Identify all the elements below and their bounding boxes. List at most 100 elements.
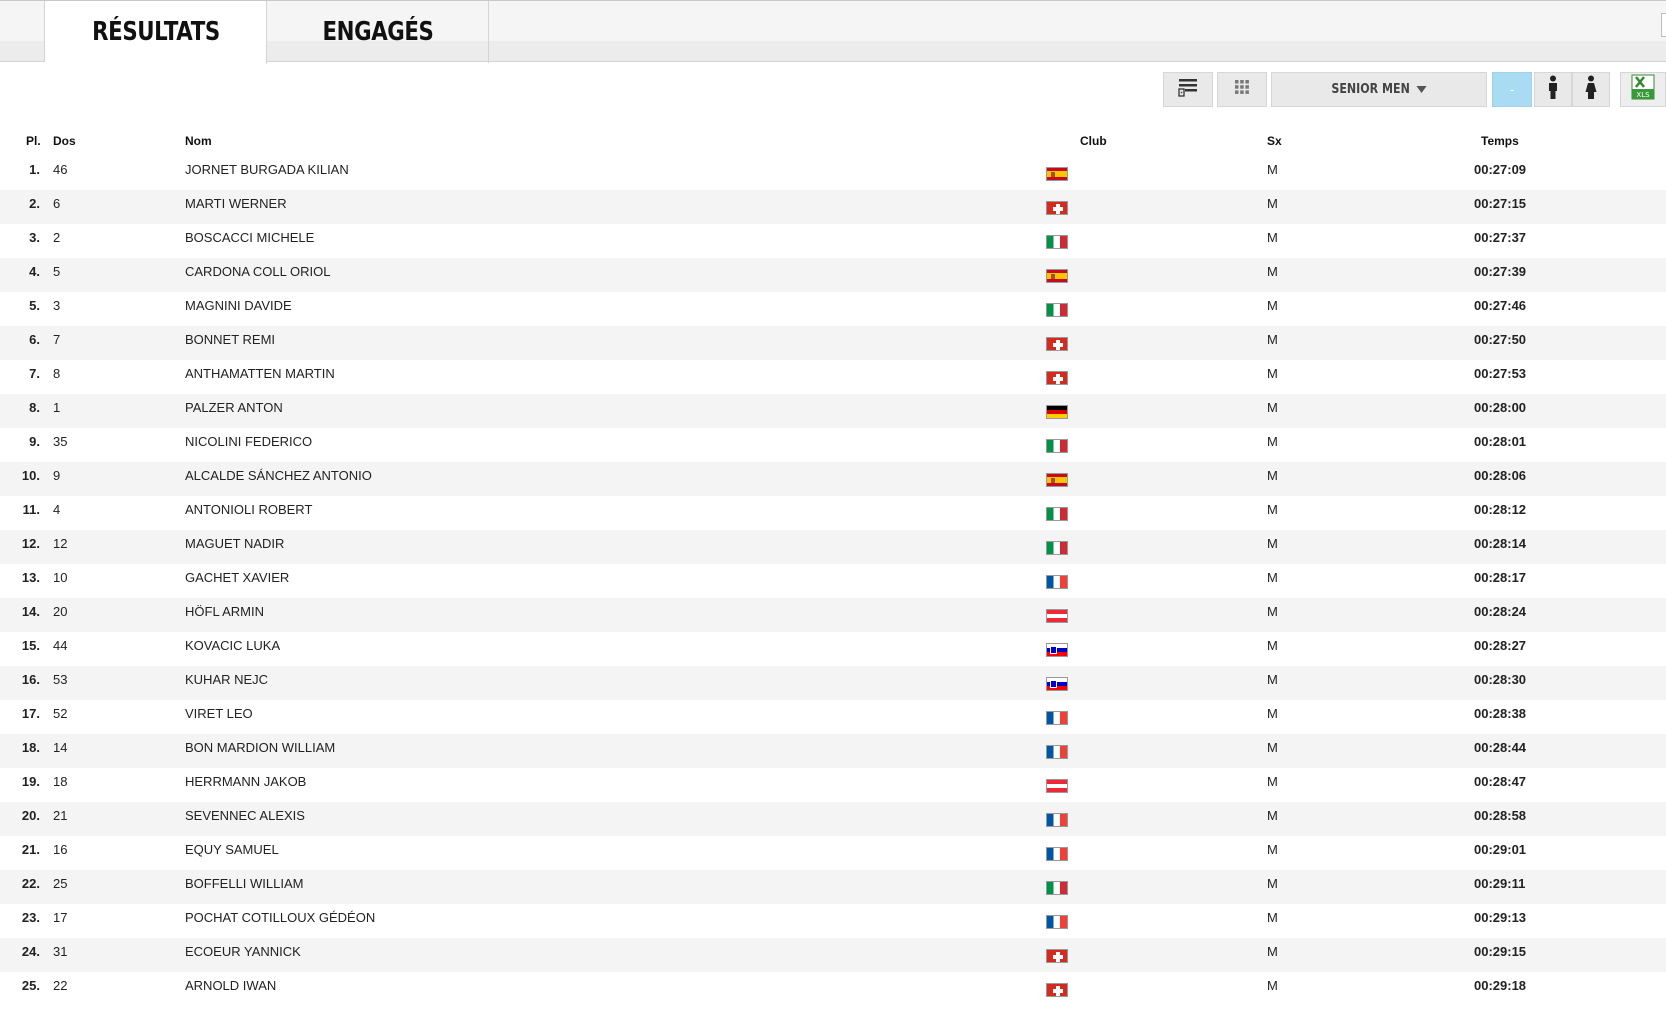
table-row[interactable]: 19. 18 HERRMANN JAKOB M 00:28:47 <box>0 768 1666 802</box>
cell-name[interactable]: GACHET XAVIER <box>185 570 289 585</box>
cell-name[interactable]: PALZER ANTON <box>185 400 283 415</box>
table-row[interactable]: 18. 14 BON MARDION WILLIAM M 00:28:44 <box>0 734 1666 768</box>
category-dropdown-content: SENIOR MEN <box>1331 82 1427 97</box>
table-row[interactable]: 23. 17 POCHAT COTILLOUX GÉDÉON M 00:29:13 <box>0 904 1666 938</box>
cell-sex: M <box>1267 774 1278 789</box>
filter-male-button[interactable] <box>1534 72 1572 107</box>
cell-place: 6. <box>29 332 40 347</box>
table-row[interactable]: 25. 22 ARNOLD IWAN M 00:29:18 <box>0 972 1666 1006</box>
cell-place: 4. <box>29 264 40 279</box>
table-row[interactable]: 8. 1 PALZER ANTON M 00:28:00 <box>0 394 1666 428</box>
cell-name[interactable]: VIRET LEO <box>185 706 253 721</box>
cell-place: 17. <box>21 706 40 721</box>
cell-name[interactable]: HÖFL ARMIN <box>185 604 264 619</box>
cell-place: 12. <box>21 536 40 551</box>
cell-name[interactable]: MAGNINI DAVIDE <box>185 298 292 313</box>
col-header-dos[interactable]: Dos <box>53 134 76 148</box>
table-row[interactable]: 21. 16 EQUY SAMUEL M 00:29:01 <box>0 836 1666 870</box>
tab-engages[interactable]: ENGAGÉS <box>267 1 489 63</box>
table-row[interactable]: 16. 53 KUHAR NEJC M 00:28:30 <box>0 666 1666 700</box>
cell-place: 1. <box>29 162 40 177</box>
flag-fr-icon <box>1046 575 1068 589</box>
table-row[interactable]: 9. 35 NICOLINI FEDERICO M 00:28:01 <box>0 428 1666 462</box>
table-row[interactable]: 3. 2 BOSCACCI MICHELE M 00:27:37 <box>0 224 1666 258</box>
cell-sex: M <box>1267 638 1278 653</box>
cell-name[interactable]: ARNOLD IWAN <box>185 978 276 993</box>
cell-bib: 31 <box>53 944 68 959</box>
table-row[interactable]: 12. 12 MAGUET NADIR M 00:28:14 <box>0 530 1666 564</box>
cell-place: 18. <box>21 740 40 755</box>
cell-name[interactable]: ALCALDE SÁNCHEZ ANTONIO <box>185 468 372 483</box>
cell-name[interactable]: ANTONIOLI ROBERT <box>185 502 312 517</box>
cell-name[interactable]: EQUY SAMUEL <box>185 842 279 857</box>
table-row[interactable]: 14. 20 HÖFL ARMIN M 00:28:24 <box>0 598 1666 632</box>
cell-name[interactable]: CARDONA COLL ORIOL <box>185 264 330 279</box>
category-dropdown[interactable]: SENIOR MEN <box>1271 72 1487 107</box>
cell-name[interactable]: KUHAR NEJC <box>185 672 268 687</box>
cell-bib: 18 <box>53 774 68 789</box>
results-table-header: Pl. Dos Nom Club Sx Temps <box>0 134 1666 154</box>
table-row[interactable]: 13. 10 GACHET XAVIER M 00:28:17 <box>0 564 1666 598</box>
table-row[interactable]: 2. 6 MARTI WERNER M 00:27:15 <box>0 190 1666 224</box>
cell-bib: 12 <box>53 536 68 551</box>
table-row[interactable]: 4. 5 CARDONA COLL ORIOL M 00:27:39 <box>0 258 1666 292</box>
cell-place: 22. <box>21 876 40 891</box>
cell-time: 00:29:13 <box>1474 910 1527 925</box>
flag-it-icon <box>1046 439 1068 453</box>
cell-sex: M <box>1267 400 1278 415</box>
cell-name[interactable]: MAGUET NADIR <box>185 536 284 551</box>
list-view-button[interactable] <box>1163 72 1213 107</box>
cell-bib: 16 <box>53 842 68 857</box>
col-header-pl[interactable]: Pl. <box>26 134 41 148</box>
cell-bib: 21 <box>53 808 68 823</box>
col-header-temps[interactable]: Temps <box>1481 134 1519 148</box>
cell-name[interactable]: ECOEUR YANNICK <box>185 944 301 959</box>
table-row[interactable]: 15. 44 KOVACIC LUKA M 00:28:27 <box>0 632 1666 666</box>
table-row[interactable]: 7. 8 ANTHAMATTEN MARTIN M 00:27:53 <box>0 360 1666 394</box>
cell-name[interactable]: BON MARDION WILLIAM <box>185 740 335 755</box>
flag-ch-icon <box>1046 337 1068 351</box>
cell-name[interactable]: NICOLINI FEDERICO <box>185 434 312 449</box>
table-row[interactable]: 6. 7 BONNET REMI M 00:27:50 <box>0 326 1666 360</box>
export-excel-button[interactable]: XLS <box>1620 72 1666 107</box>
cell-sex: M <box>1267 604 1278 619</box>
filter-female-button[interactable] <box>1572 72 1610 107</box>
cell-name[interactable]: HERRMANN JAKOB <box>185 774 306 789</box>
excel-xls-label: XLS <box>1636 91 1650 99</box>
cell-sex: M <box>1267 196 1278 211</box>
cell-bib: 2 <box>53 230 61 245</box>
cell-name[interactable]: JORNET BURGADA KILIAN <box>185 162 349 177</box>
table-row[interactable]: 20. 21 SEVENNEC ALEXIS M 00:28:58 <box>0 802 1666 836</box>
col-header-club[interactable]: Club <box>1080 134 1107 148</box>
col-header-sx[interactable]: Sx <box>1267 134 1282 148</box>
table-row[interactable]: 11. 4 ANTONIOLI ROBERT M 00:28:12 <box>0 496 1666 530</box>
cell-name[interactable]: MARTI WERNER <box>185 196 287 211</box>
cell-place: 24. <box>21 944 40 959</box>
cell-name[interactable]: BOSCACCI MICHELE <box>185 230 314 245</box>
cell-sex: M <box>1267 808 1278 823</box>
grid-view-button[interactable] <box>1217 72 1267 107</box>
cell-bib: 52 <box>53 706 68 721</box>
col-header-nom[interactable]: Nom <box>185 134 212 148</box>
cell-bib: 5 <box>53 264 61 279</box>
cell-name[interactable]: POCHAT COTILLOUX GÉDÉON <box>185 910 375 925</box>
tab-resultats[interactable]: RÉSULTATS <box>45 1 267 64</box>
table-row[interactable]: 17. 52 VIRET LEO M 00:28:38 <box>0 700 1666 734</box>
table-row[interactable]: 10. 9 ALCALDE SÁNCHEZ ANTONIO M 00:28:06 <box>0 462 1666 496</box>
table-row[interactable]: 1. 46 JORNET BURGADA KILIAN M 00:27:09 <box>0 156 1666 190</box>
flag-si-icon <box>1046 677 1068 691</box>
cell-bib: 25 <box>53 876 68 891</box>
cell-time: 00:28:47 <box>1474 774 1527 789</box>
cell-name[interactable]: BOFFELLI WILLIAM <box>185 876 303 891</box>
table-row[interactable]: 22. 25 BOFFELLI WILLIAM M 00:29:11 <box>0 870 1666 904</box>
table-row[interactable]: 5. 3 MAGNINI DAVIDE M 00:27:46 <box>0 292 1666 326</box>
cell-name[interactable]: ANTHAMATTEN MARTIN <box>185 366 335 381</box>
cell-name[interactable]: BONNET REMI <box>185 332 275 347</box>
filter-all-button[interactable]: - <box>1492 72 1532 107</box>
cell-bib: 10 <box>53 570 68 585</box>
table-row[interactable]: 24. 31 ECOEUR YANNICK M 00:29:15 <box>0 938 1666 972</box>
cell-name[interactable]: KOVACIC LUKA <box>185 638 280 653</box>
cell-place: 7. <box>29 366 40 381</box>
cell-time: 00:28:58 <box>1474 808 1527 823</box>
cell-name[interactable]: SEVENNEC ALEXIS <box>185 808 305 823</box>
